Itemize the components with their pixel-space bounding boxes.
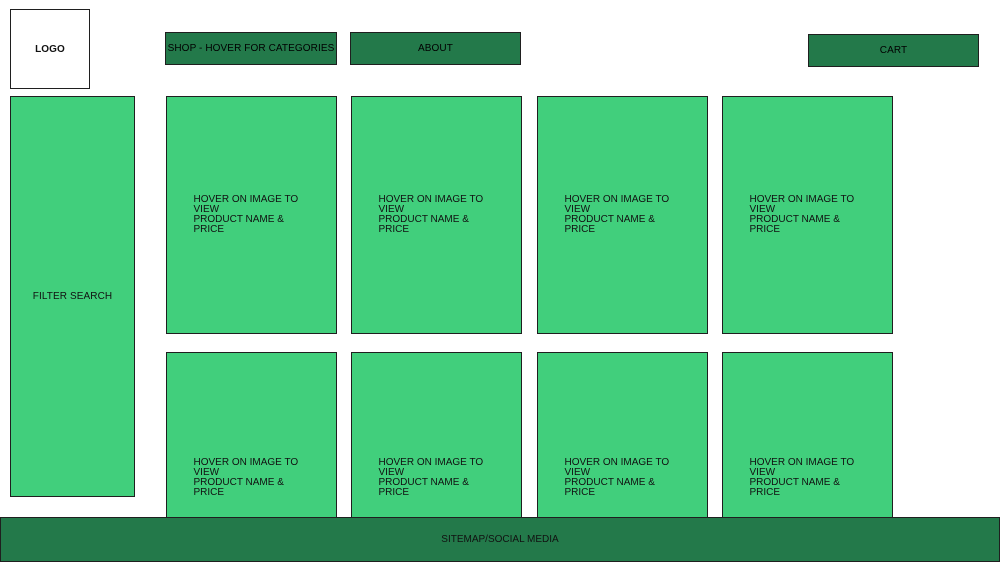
footer-label: SITEMAP/SOCIAL MEDIA: [441, 534, 559, 545]
product-hint-line1: HOVER ON IMAGE TO VIEW: [378, 194, 484, 215]
product-hint-line1: HOVER ON IMAGE TO VIEW: [749, 194, 855, 215]
logo[interactable]: LOGO: [10, 9, 90, 89]
logo-text: LOGO: [35, 43, 65, 55]
product-tile[interactable]: HOVER ON IMAGE TO VIEW PRODUCT NAME & PR…: [722, 96, 893, 334]
product-hover-hint: HOVER ON IMAGE TO VIEW PRODUCT NAME & PR…: [194, 458, 310, 498]
wireframe-page: LOGO SHOP - HOVER FOR CATEGORIES ABOUT C…: [0, 0, 1000, 562]
product-hover-hint: HOVER ON IMAGE TO VIEW PRODUCT NAME & PR…: [194, 195, 310, 235]
about-nav-label: ABOUT: [418, 43, 453, 54]
product-hint-line1: HOVER ON IMAGE TO VIEW: [564, 457, 670, 478]
product-hint-line2: PRODUCT NAME & PRICE: [564, 214, 655, 235]
product-hint-line2: PRODUCT NAME & PRICE: [193, 477, 284, 498]
shop-nav-label: SHOP - HOVER FOR CATEGORIES: [167, 43, 335, 54]
product-hint-line2: PRODUCT NAME & PRICE: [378, 214, 469, 235]
product-hint-line2: PRODUCT NAME & PRICE: [749, 477, 840, 498]
product-hover-hint: HOVER ON IMAGE TO VIEW PRODUCT NAME & PR…: [750, 195, 866, 235]
product-hover-hint: HOVER ON IMAGE TO VIEW PRODUCT NAME & PR…: [750, 458, 866, 498]
filter-search-panel[interactable]: FILTER SEARCH: [10, 96, 135, 497]
product-hover-hint: HOVER ON IMAGE TO VIEW PRODUCT NAME & PR…: [379, 458, 495, 498]
about-nav-button[interactable]: ABOUT: [350, 32, 521, 65]
product-tile[interactable]: HOVER ON IMAGE TO VIEW PRODUCT NAME & PR…: [537, 96, 708, 334]
product-tile[interactable]: HOVER ON IMAGE TO VIEW PRODUCT NAME & PR…: [722, 352, 893, 522]
product-hint-line1: HOVER ON IMAGE TO VIEW: [193, 457, 299, 478]
product-hint-line2: PRODUCT NAME & PRICE: [564, 477, 655, 498]
product-hint-line1: HOVER ON IMAGE TO VIEW: [193, 194, 299, 215]
product-tile[interactable]: HOVER ON IMAGE TO VIEW PRODUCT NAME & PR…: [537, 352, 708, 522]
shop-nav-button[interactable]: SHOP - HOVER FOR CATEGORIES: [165, 32, 337, 65]
product-tile[interactable]: HOVER ON IMAGE TO VIEW PRODUCT NAME & PR…: [166, 96, 337, 334]
product-hover-hint: HOVER ON IMAGE TO VIEW PRODUCT NAME & PR…: [565, 195, 681, 235]
product-hint-line1: HOVER ON IMAGE TO VIEW: [378, 457, 484, 478]
footer-bar[interactable]: SITEMAP/SOCIAL MEDIA: [0, 517, 1000, 562]
cart-label: CART: [879, 45, 908, 56]
product-hint-line2: PRODUCT NAME & PRICE: [749, 214, 840, 235]
product-hint-line2: PRODUCT NAME & PRICE: [193, 214, 284, 235]
cart-button[interactable]: CART: [808, 34, 979, 67]
product-tile[interactable]: HOVER ON IMAGE TO VIEW PRODUCT NAME & PR…: [351, 352, 522, 522]
filter-search-label: FILTER SEARCH: [32, 291, 113, 302]
product-tile[interactable]: HOVER ON IMAGE TO VIEW PRODUCT NAME & PR…: [351, 96, 522, 334]
product-hover-hint: HOVER ON IMAGE TO VIEW PRODUCT NAME & PR…: [379, 195, 495, 235]
product-hint-line1: HOVER ON IMAGE TO VIEW: [564, 194, 670, 215]
product-tile[interactable]: HOVER ON IMAGE TO VIEW PRODUCT NAME & PR…: [166, 352, 337, 522]
product-hint-line2: PRODUCT NAME & PRICE: [378, 477, 469, 498]
product-hover-hint: HOVER ON IMAGE TO VIEW PRODUCT NAME & PR…: [565, 458, 681, 498]
product-hint-line1: HOVER ON IMAGE TO VIEW: [749, 457, 855, 478]
